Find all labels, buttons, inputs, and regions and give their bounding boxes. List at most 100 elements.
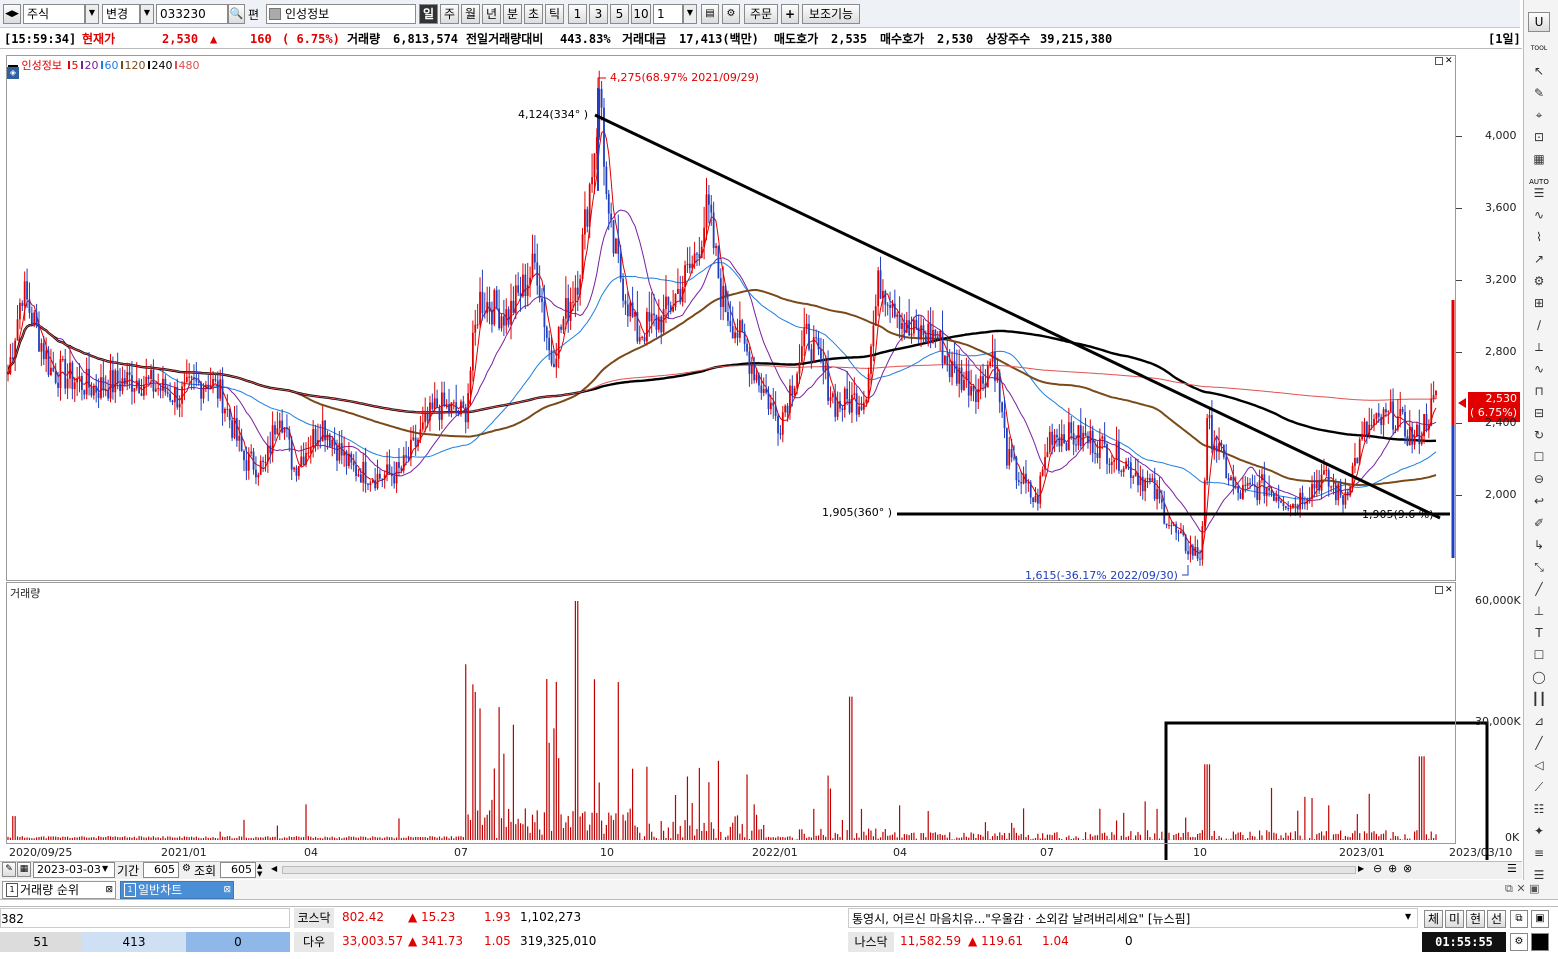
table-tool-icon[interactable]: ⊞ [1528,294,1550,312]
query-spinner-icon[interactable]: ▲ ▼ [257,862,262,878]
num-button-1[interactable]: 1 [568,4,587,24]
text-tool-icon[interactable]: T [1528,624,1550,642]
query-icon[interactable]: ⚙ [182,863,191,874]
period-button-2[interactable]: 월 [461,4,480,24]
period-input[interactable]: 605 [143,862,179,878]
change-dropdown-icon[interactable]: ▼ [140,4,154,24]
status-icon-3[interactable]: ⚙ [1510,933,1528,951]
panel-tool-icon[interactable]: ⊟ [1528,404,1550,422]
zoom-reset-icon[interactable]: ⊗ [1403,862,1412,875]
num-button-10[interactable]: 10 [631,4,651,24]
curve-tool-icon[interactable]: ∿ [1528,360,1550,378]
assist-button[interactable]: 보조기능 [802,4,860,24]
slash-tool-icon[interactable]: ╱ [1528,734,1550,752]
line-tool-icon[interactable]: ∕ [1528,316,1550,334]
tab-general-chart[interactable]: 1 일반차트 ⊠ [120,881,234,899]
zoom-out-icon[interactable]: ⊖ [1373,862,1382,875]
settings-icon[interactable]: ⚙ [722,4,740,24]
num-button-3[interactable]: 3 [589,4,608,24]
perp-tool-icon[interactable]: ⟂ [1528,338,1550,356]
baseline-tool-icon[interactable]: ⊥ [1528,602,1550,620]
volume-panel-max-icon[interactable] [1435,586,1443,594]
stock-name-field[interactable]: 인성정보 [266,4,416,24]
num-button-5[interactable]: 5 [610,4,629,24]
ruler-tool-icon[interactable]: ⌇ [1528,228,1550,246]
lines-tool-icon[interactable]: ≡ [1528,844,1550,862]
refresh-tool-icon[interactable]: ↻ [1528,426,1550,444]
period-button-1[interactable]: 주 [440,4,459,24]
pen-tool-icon[interactable]: ✐ [1528,514,1550,532]
volume-panel-close-icon[interactable]: ✕ [1445,585,1453,595]
query-input[interactable]: 605 [220,862,256,878]
tab-volume-rank[interactable]: 1 거래량 순위 ⊠ [2,881,116,899]
gear-tool-icon[interactable]: ⚙ [1528,272,1550,290]
news-ticker[interactable]: 통영시, 어르신 마음치유..."우울감 · 소외감 날려버리세요" [뉴스핌] [848,908,1418,928]
period-button-0[interactable]: 일 [419,4,438,24]
window-close-icon[interactable]: ✕ [1516,882,1525,895]
save-icon[interactable]: ▤ [701,4,719,24]
trend-arrow-tool-icon[interactable]: ↗ [1528,250,1550,268]
tab-close-icon[interactable]: ⊠ [223,882,231,898]
fan-tool-icon[interactable]: ⟋ [1528,778,1550,796]
resize-tool-icon[interactable]: ⤡ [1528,558,1550,576]
status-icon-4[interactable] [1531,933,1549,951]
period-value-input[interactable]: 1 [653,4,683,24]
list-tool-icon[interactable]: ☰ [1528,184,1550,202]
status-tab-2[interactable]: 현 [1466,910,1485,928]
pencil-tool-icon[interactable]: ✎ [1528,84,1550,102]
status-icon-2[interactable]: ▣ [1531,910,1549,928]
order-button[interactable]: 주문 [744,4,778,24]
tab-close-icon[interactable]: ⊠ [105,882,113,898]
price-panel-max-icon[interactable] [1435,57,1443,65]
wave-tool-icon[interactable]: ∿ [1528,206,1550,224]
status-tab-0[interactable]: 체 [1424,910,1443,928]
horizontal-scrollbar[interactable] [282,866,1356,874]
news-dropdown-icon[interactable]: ▼ [1405,912,1411,921]
price-panel-close-icon[interactable]: ✕ [1445,56,1453,66]
period-tag: [1일] [1488,32,1521,46]
panel-tag-icon[interactable]: ◈ [7,67,19,79]
period-value-dropdown-icon[interactable]: ▼ [683,4,697,24]
panel-layout-icon[interactable]: ☰ [1507,862,1517,875]
minus-tool-icon[interactable]: ⊖ [1528,470,1550,488]
plus-icon[interactable]: + [781,4,799,24]
period-button-5[interactable]: 초 [524,4,543,24]
status-tab-3[interactable]: 선 [1487,910,1506,928]
box-select-tool-icon[interactable]: ⊡ [1528,128,1550,146]
window-restore-icon[interactable]: ⧉ [1505,882,1513,895]
grid-tool-icon[interactable]: ▦ [1528,150,1550,168]
vertical-lines-tool-icon[interactable]: ┃┃ [1528,690,1550,708]
calendar-icon[interactable]: ▦ [17,862,31,877]
bracket-tool-icon[interactable]: ⊓ [1528,382,1550,400]
period-button-4[interactable]: 분 [503,4,522,24]
status-icon-1[interactable]: ⧉ [1510,910,1528,928]
market-select[interactable]: 주식 [23,4,85,24]
corner-tool-icon[interactable]: ↳ [1528,536,1550,554]
status-tab-1[interactable]: 미 [1445,910,1464,928]
user-button[interactable]: U [1528,12,1550,32]
cursor-tool-icon[interactable]: ↖ [1528,62,1550,80]
nav-arrows-button[interactable]: ◀▶ [3,4,21,24]
zoom-in-icon[interactable]: ⊕ [1388,862,1397,875]
circle-tool-icon[interactable]: ◯ [1528,668,1550,686]
undo-tool-icon[interactable]: ↩ [1528,492,1550,510]
star-tool-icon[interactable]: ✦ [1528,822,1550,840]
window-new-icon[interactable]: ▣ [1529,882,1539,895]
scroll-right-icon[interactable]: ▶ [1358,864,1364,873]
edit-icon[interactable]: ✎ [2,862,16,877]
grid-lines-tool-icon[interactable]: ☷ [1528,800,1550,818]
diag-line-tool-icon[interactable]: ╱ [1528,580,1550,598]
crosshair-tool-icon[interactable]: ⌖ [1528,106,1550,124]
date-dropdown-icon[interactable]: ▼ [102,864,108,873]
rectangle-tool-icon[interactable]: ☐ [1528,646,1550,664]
stock-code-input[interactable]: 033230 [156,4,228,24]
change-select[interactable]: 변경 [102,4,140,24]
period-button-3[interactable]: 년 [482,4,501,24]
market-dropdown-icon[interactable]: ▼ [85,4,99,24]
triangle-tool-icon[interactable]: ⊿ [1528,712,1550,730]
rect-small-tool-icon[interactable]: ☐ [1528,448,1550,466]
period-button-6[interactable]: 틱 [545,4,564,24]
search-icon[interactable]: 🔍 [228,4,245,24]
scroll-left-icon[interactable]: ◀ [271,864,277,873]
arrow-left-tool-icon[interactable]: ◁ [1528,756,1550,774]
